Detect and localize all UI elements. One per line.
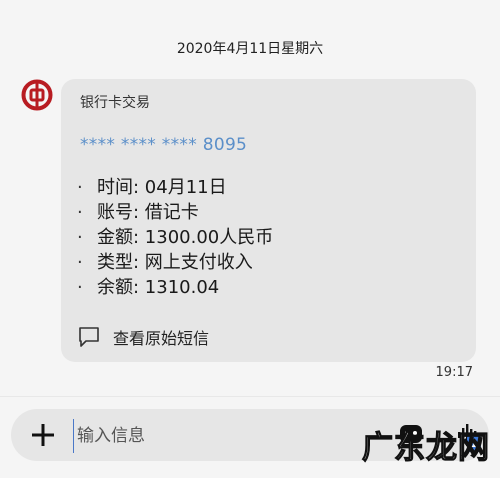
bullet: · (77, 277, 83, 298)
bullet: · (77, 202, 83, 223)
transaction-details: · 时间: 04月11日 · 账号: 借记卡 · 金额: 1300.00人民币 · 类型… (77, 175, 273, 300)
detail-balance-text: 余额: 1310.04 (97, 277, 220, 298)
detail-amount-text: 金额: 1300.00人民币 (97, 227, 274, 248)
bank-of-china-logo-icon[interactable] (21, 79, 53, 111)
view-original-sms-button[interactable]: 查看原始短信 (77, 323, 209, 351)
detail-balance: · 余额: 1310.04 (77, 275, 273, 300)
message-input[interactable] (73, 419, 379, 453)
detail-type-text: 类型: 网上支付收入 (97, 252, 253, 273)
bullet: · (77, 177, 83, 198)
sim-badge: 1 (467, 436, 481, 452)
detail-account: · 账号: 借记卡 (77, 200, 273, 225)
bullet: · (77, 227, 83, 248)
speech-bubble-icon (79, 327, 99, 347)
detail-account-text: 账号: 借记卡 (97, 202, 199, 223)
message-bubble[interactable]: 银行卡交易 **** **** **** 8095 · 时间: 04月11日 · 账… (61, 79, 476, 362)
message-sender: 银行卡交易 (80, 95, 150, 111)
detail-time: · 时间: 04月11日 (77, 175, 273, 200)
emoji-icon[interactable] (398, 421, 424, 447)
detail-amount: · 金额: 1300.00人民币 (77, 225, 273, 250)
date-header: 2020年4月11日星期六 (176, 41, 324, 57)
message-time: 19:17 (435, 365, 473, 380)
bullet: · (77, 252, 83, 273)
detail-time-text: 时间: 04月11日 (97, 177, 227, 198)
card-number-link[interactable]: **** **** **** 8095 (80, 135, 247, 155)
message-composer (11, 409, 489, 461)
divider (0, 396, 500, 397)
view-original-label: 查看原始短信 (113, 329, 210, 348)
detail-type: · 类型: 网上支付收入 (77, 250, 273, 275)
add-attachment-button[interactable] (30, 422, 56, 448)
